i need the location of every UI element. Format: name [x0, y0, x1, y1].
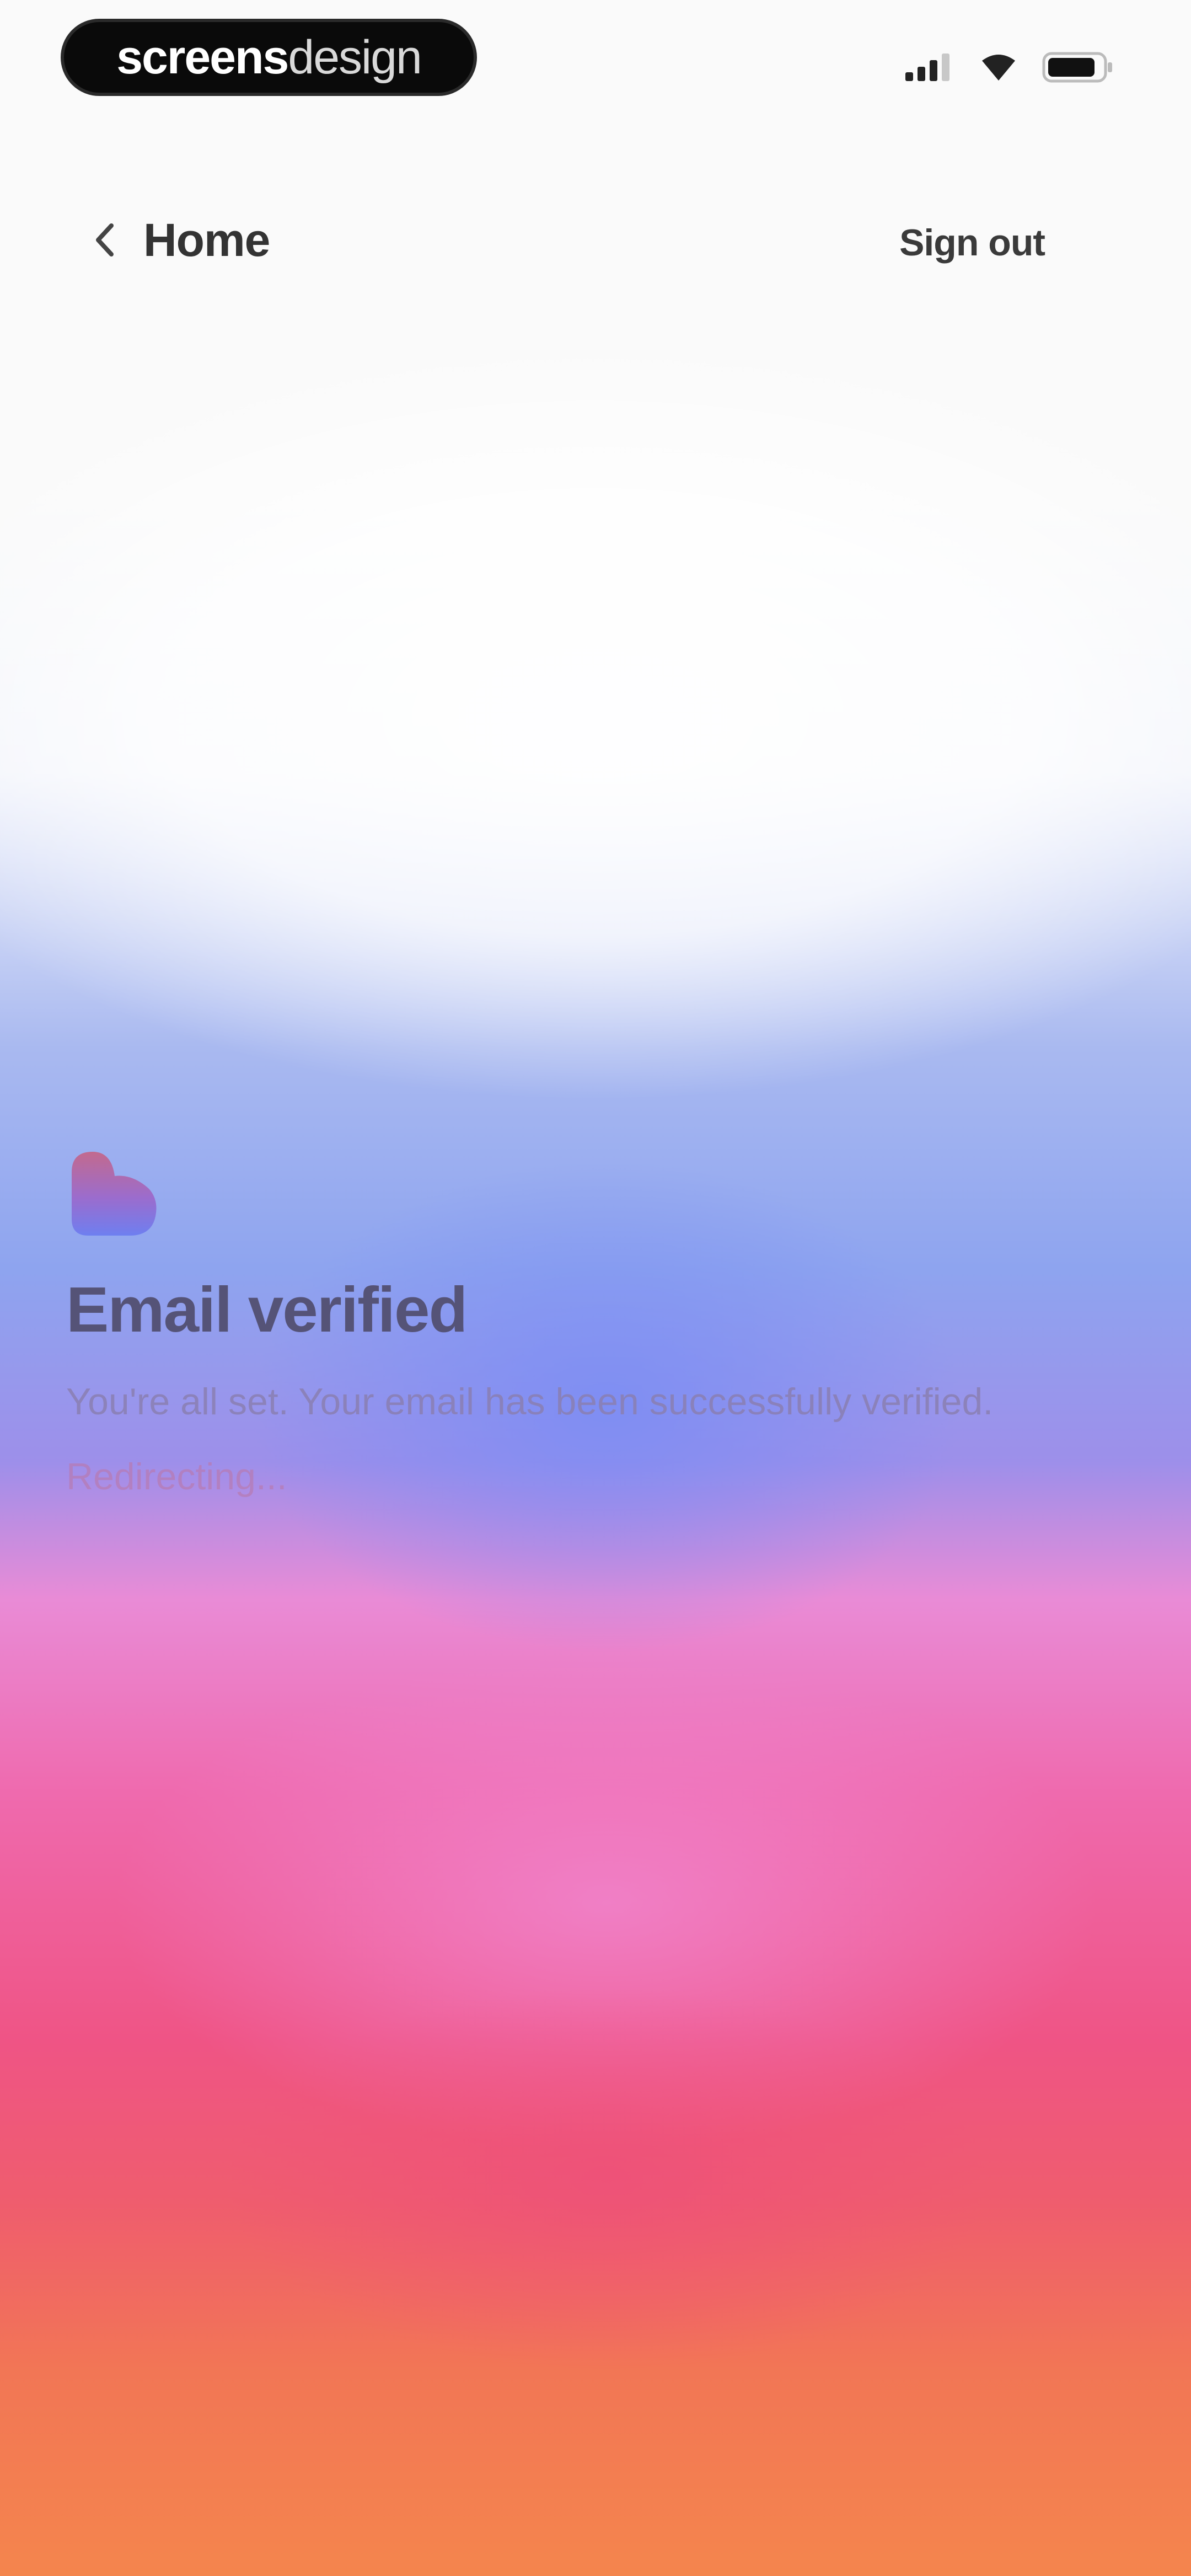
status-icons [905, 51, 1114, 84]
chevron-left-icon [96, 223, 114, 256]
background-glow-white [0, 331, 1191, 1103]
sign-out-button[interactable]: Sign out [899, 215, 1045, 270]
back-button-label: Home [143, 213, 270, 266]
battery-icon [1042, 52, 1112, 83]
back-button[interactable]: Home [94, 210, 270, 270]
brand-name-strong: screens [116, 31, 289, 84]
heart-logo-icon [72, 1152, 157, 1236]
email-verified-screen: screens design Home Sign out Email verif… [0, 0, 1191, 2576]
verification-message: Email verified You're all set. Your emai… [66, 1147, 1114, 1503]
brand-name-light: design [288, 31, 422, 84]
wifi-icon [982, 55, 1015, 81]
cellular-signal-icon [905, 54, 949, 81]
status-bar: screens design [0, 0, 1191, 116]
page-title: Email verified [66, 1274, 468, 1345]
brand-watermark: screens design [61, 19, 477, 96]
navigation-bar: Home Sign out [0, 199, 1191, 281]
background-glow-red [221, 1986, 993, 2372]
verification-description: You're all set. Your email has been succ… [66, 1381, 994, 1423]
redirect-status: Redirecting... [66, 1455, 287, 1498]
